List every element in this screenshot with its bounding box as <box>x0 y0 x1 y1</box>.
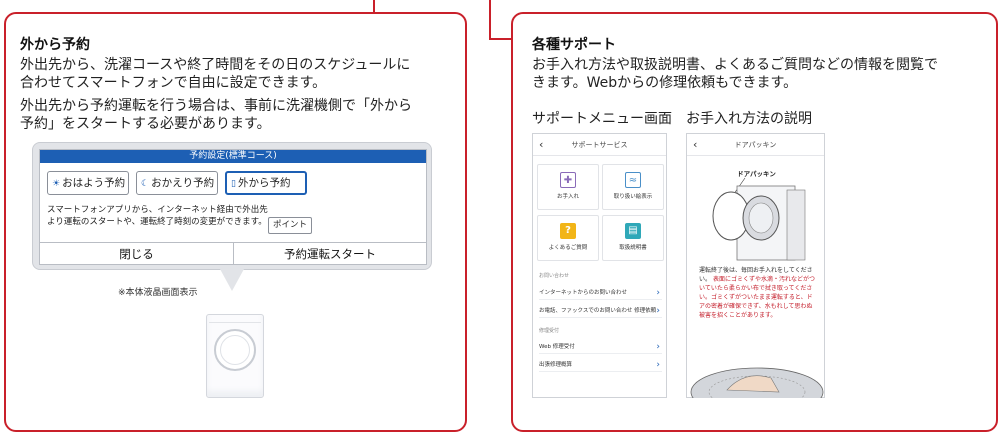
chevron-right-icon: › <box>656 288 660 298</box>
bubble-pointer <box>220 269 244 291</box>
phone-support-menu: ‹ サポートサービス ✚ お手入れ ≈ 取り扱い絵表示 ? よくあるご質問 ▤ … <box>532 133 667 398</box>
row-phone-inquiry-label: お電話、ファックスでのお問い合わせ 修理依頼 <box>539 308 657 314</box>
lcd-note-line1: スマートフォンアプリから、インターネット経由で外出先 <box>47 205 268 215</box>
washer-diagram <box>712 177 806 261</box>
mode-button-remote[interactable]: ▯ 外から予約 <box>225 171 307 195</box>
para2-line1: 外出先から予約運転を行う場合は、事前に洗濯機側で「外から <box>20 98 412 114</box>
manual-icon: ▤ <box>625 223 641 239</box>
tile-care-label: お手入れ <box>556 194 579 200</box>
washer-door-glass <box>220 335 250 365</box>
moon-icon: ☾ <box>141 179 150 189</box>
row-internet-inquiry[interactable]: インターネットからのお問い合わせ › <box>539 286 662 300</box>
lcd-note-line2: より運転のスタートや、運転終了時刻の変更ができます。 <box>47 217 267 227</box>
washer-control-panel <box>209 317 261 323</box>
row-repair-estimate-label: 出張修理概算 <box>539 362 573 368</box>
care-title: ドアパッキン <box>734 141 777 149</box>
para2-line2: 予約」をスタートする必要があります。 <box>20 116 271 132</box>
section-repair: 修理受付 <box>539 328 560 334</box>
tile-faq[interactable]: ? よくあるご質問 <box>537 215 599 261</box>
support-para-line2: きます。Webからの修理依頼もできます。 <box>532 75 798 91</box>
para1-line2: 合わせてスマートフォンで自由に設定できます。 <box>20 75 327 91</box>
connector-right-horizontal <box>489 38 513 40</box>
lcd-header: 予約設定(標準コース) <box>40 150 426 163</box>
mode-label-morning: おはよう予約 <box>62 177 126 189</box>
label-support-menu: サポートメニュー画面 <box>532 111 672 127</box>
row-internet-inquiry-label: インターネットからのお問い合わせ <box>539 290 628 296</box>
care-bar: ‹ ドアパッキン <box>687 134 824 156</box>
row-phone-inquiry[interactable]: お電話、ファックスでのお問い合わせ 修理依頼 › <box>539 304 662 318</box>
row-web-repair[interactable]: Web 修理受付 › <box>539 340 662 354</box>
care-text-warning: 表面にゴミくずや水滴・汚れなどがついていたら柔らかい布で拭き取ってください。ゴミ… <box>699 276 815 319</box>
tile-manual-label: 取扱説明書 <box>619 245 647 251</box>
back-icon[interactable]: ‹ <box>693 134 697 156</box>
chevron-right-icon: › <box>656 360 660 370</box>
row-web-repair-label: Web 修理受付 <box>539 344 575 350</box>
mode-label-remote: 外から予約 <box>237 177 291 189</box>
title-remote-reservation: 外から予約 <box>20 37 90 53</box>
question-icon: ? <box>560 223 576 239</box>
lcd-note: スマートフォンアプリから、インターネット経由で外出先 より運転のスタートや、運転… <box>47 204 268 228</box>
chevron-right-icon: › <box>656 306 660 316</box>
diagram-drum-inner <box>748 202 774 234</box>
support-menu-title: サポートサービス <box>571 141 628 149</box>
tile-faq-label: よくあるご質問 <box>548 245 588 251</box>
lcd-screen: 予約設定(標準コース) ☀ おはよう予約 ☾ おかえり予約 ▯ 外から予約 スマートフ… <box>39 149 427 265</box>
care-text: 運転終了後は、毎回お手入れをしてください。 表面にゴミくずや水滴・汚れなどがつい… <box>699 266 817 320</box>
support-para-line1: お手入れ方法や取扱説明書、よくあるご質問などの情報を閲覧で <box>532 57 938 73</box>
washer-door <box>214 329 256 371</box>
section-inquiry: お問い合わせ <box>539 273 570 279</box>
lcd-footer: 閉じる 予約運転スタート <box>40 242 426 265</box>
tile-manual[interactable]: ▤ 取扱説明書 <box>602 215 664 261</box>
tile-care-symbols[interactable]: ≈ 取り扱い絵表示 <box>602 164 664 210</box>
phone-icon: ▯ <box>231 179 236 189</box>
chevron-right-icon: › <box>656 342 660 352</box>
back-icon[interactable]: ‹ <box>539 134 543 156</box>
row-repair-estimate[interactable]: 出張修理概算 › <box>539 358 662 372</box>
mode-label-return: おかえり予約 <box>151 177 215 189</box>
lcd-caption: ※本体液晶画面表示 <box>118 288 198 298</box>
para1-line1: 外出先から、洗濯コースや終了時間をその日のスケジュールに <box>20 57 411 73</box>
spray-icon: ✚ <box>560 172 576 188</box>
tile-care[interactable]: ✚ お手入れ <box>537 164 599 210</box>
mode-button-return[interactable]: ☾ おかえり予約 <box>136 171 218 195</box>
start-reservation-button[interactable]: 予約運転スタート <box>234 243 426 265</box>
drum-wipe-illustration <box>690 367 824 398</box>
mode-button-morning[interactable]: ☀ おはよう予約 <box>47 171 129 195</box>
sun-icon: ☀ <box>52 179 61 189</box>
washer-illustration <box>206 314 264 398</box>
label-care-method: お手入れ方法の説明 <box>686 111 812 127</box>
point-button[interactable]: ポイント <box>268 217 312 234</box>
close-button[interactable]: 閉じる <box>40 243 233 265</box>
connector-left <box>373 0 375 12</box>
support-menu-bar: ‹ サポートサービス <box>533 134 666 156</box>
connector-right-vertical <box>489 0 491 40</box>
washtub-icon: ≈ <box>625 172 641 188</box>
title-support: 各種サポート <box>532 37 616 53</box>
tile-care-symbols-label: 取り扱い絵表示 <box>613 194 653 200</box>
diagram-washer-side <box>786 189 806 261</box>
lcd-display: 予約設定(標準コース) ☀ おはよう予約 ☾ おかえり予約 ▯ 外から予約 スマートフ… <box>32 142 432 270</box>
phone-care-method: ‹ ドアパッキン ドアパッキン 運転終了後は、毎回お手入れをしてください。 表面… <box>686 133 825 398</box>
